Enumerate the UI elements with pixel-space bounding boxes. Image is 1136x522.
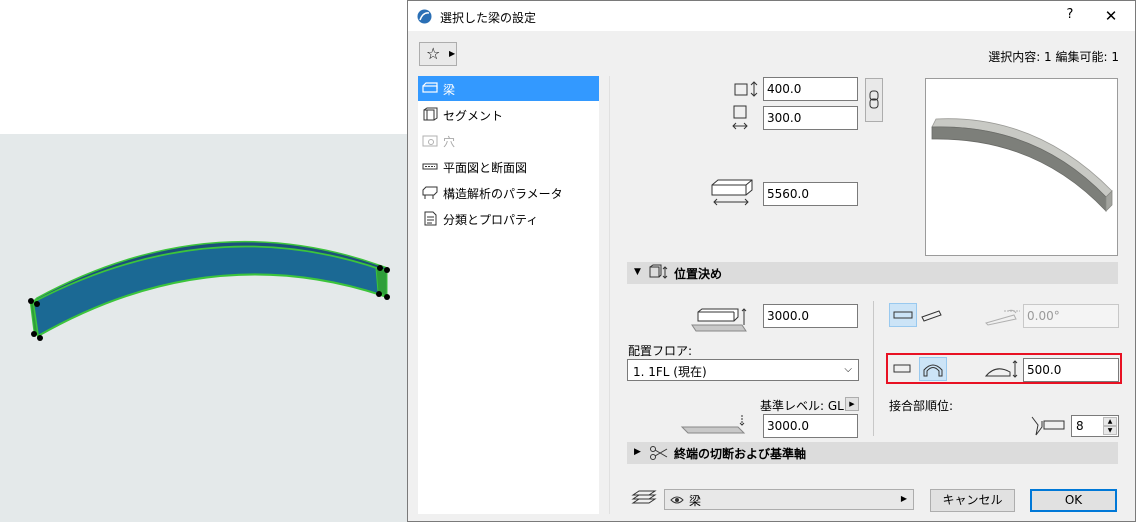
panel-divider bbox=[609, 76, 610, 514]
intersection-priority-label: 接合部順位: bbox=[889, 399, 954, 413]
reference-level-field[interactable] bbox=[763, 414, 858, 438]
section-title: 終端の切断および基準軸 bbox=[674, 447, 807, 461]
tilt-angle-icon bbox=[985, 309, 1020, 326]
nav-item-classification[interactable]: 分類とプロパティ bbox=[418, 206, 599, 231]
selection-info: 選択内容: 1 編集可能: 1 bbox=[988, 50, 1119, 64]
scissors-icon bbox=[650, 446, 668, 460]
nav-item-hole: 穴 bbox=[418, 128, 599, 153]
intersection-priority-stepper[interactable]: 8 ▲ ▼ bbox=[1071, 415, 1119, 437]
beam-width-field[interactable] bbox=[763, 77, 858, 101]
beam-height-field[interactable] bbox=[763, 106, 858, 130]
home-floor-select[interactable]: 1. 1FL (現在) ⌵ bbox=[627, 359, 859, 381]
positioning-section-header[interactable]: ▼ 位置決め bbox=[627, 262, 1118, 284]
close-button[interactable]: ✕ bbox=[1102, 7, 1120, 25]
curve-rise-icon bbox=[984, 360, 1018, 378]
favorites-button[interactable]: ☆ ▶ bbox=[419, 42, 457, 66]
nav-item-beam[interactable]: 梁 bbox=[418, 76, 599, 101]
nav-item-segment[interactable]: セグメント bbox=[418, 102, 599, 127]
reference-level-icon bbox=[680, 415, 746, 434]
nav-item-label: 梁 bbox=[443, 83, 456, 97]
beam-length-field[interactable] bbox=[763, 182, 858, 206]
nav-item-label: 構造解析のパラメータ bbox=[443, 187, 563, 201]
dialog-title: 選択した梁の設定 bbox=[440, 11, 537, 25]
segment-icon bbox=[423, 107, 438, 121]
chain-link-icon bbox=[869, 90, 879, 109]
curved-beam-icon bbox=[923, 364, 943, 377]
home-floor-value: 1. 1FL (現在) bbox=[633, 365, 707, 379]
beam-width-icon bbox=[734, 81, 758, 97]
positioning-icon bbox=[649, 264, 668, 279]
nav-item-structural-analysis[interactable]: 構造解析のパラメータ bbox=[418, 180, 599, 205]
curved-beam-button[interactable] bbox=[919, 357, 947, 381]
3d-viewport[interactable] bbox=[0, 0, 408, 522]
curve-rise-field[interactable] bbox=[1023, 358, 1119, 382]
reference-offset-icon bbox=[691, 308, 747, 332]
end-cuts-section-header[interactable]: ▶ 終端の切断および基準軸 bbox=[627, 442, 1118, 464]
nav-item-label: 穴 bbox=[443, 135, 456, 149]
beam-length-icon bbox=[711, 179, 753, 206]
archicad-logo-icon bbox=[417, 9, 432, 24]
reference-level-label: 基準レベル: GL bbox=[760, 399, 844, 413]
curved-beam-model[interactable] bbox=[0, 0, 408, 522]
beam-preview bbox=[925, 78, 1118, 256]
cancel-button[interactable]: キャンセル bbox=[930, 489, 1015, 512]
intersection-priority-icon bbox=[1031, 416, 1065, 436]
hole-icon bbox=[422, 135, 438, 147]
slanted-beam-icon bbox=[921, 310, 942, 322]
structural-analysis-icon bbox=[422, 186, 438, 199]
layer-value: 梁 bbox=[689, 494, 702, 508]
beam-preview-render bbox=[931, 118, 1113, 213]
stepper-up-icon[interactable]: ▲ bbox=[1103, 417, 1117, 426]
chevron-down-icon: ⌵ bbox=[844, 364, 852, 375]
straight-beam-icon bbox=[893, 364, 911, 373]
triangle-right-icon: ▶ bbox=[449, 49, 456, 58]
title-bar[interactable]: 選択した梁の設定 ? ✕ bbox=[408, 1, 1135, 31]
reference-level-menu-button[interactable]: ▶ bbox=[845, 397, 859, 411]
nav-item-floorplan-section[interactable]: 平面図と断面図 bbox=[418, 154, 599, 179]
reference-offset-field[interactable] bbox=[763, 304, 858, 328]
beam-icon bbox=[422, 82, 438, 93]
slanted-beam-button[interactable] bbox=[919, 303, 947, 327]
nav-item-label: 平面図と断面図 bbox=[443, 161, 528, 175]
triangle-right-icon: ▶ bbox=[849, 400, 855, 408]
layer-stack-icon bbox=[631, 490, 657, 504]
priority-value: 8 bbox=[1076, 419, 1084, 433]
horizontal-beam-button[interactable] bbox=[889, 303, 917, 327]
triangle-right-icon: ▶ bbox=[900, 494, 907, 503]
column-divider bbox=[873, 301, 874, 436]
nav-item-label: 分類とプロパティ bbox=[443, 213, 539, 227]
settings-nav: 梁 セグメント 穴 平面図と断面図 構造解析のパラメータ 分類とプロパティ bbox=[418, 76, 599, 514]
classification-icon bbox=[424, 211, 437, 226]
horizontal-beam-icon bbox=[893, 311, 913, 319]
layer-select[interactable]: 梁 ▶ bbox=[664, 489, 914, 510]
eye-icon bbox=[670, 496, 684, 504]
triangle-right-icon: ▶ bbox=[634, 447, 641, 457]
home-floor-label: 配置フロア: bbox=[628, 344, 693, 358]
beam-settings-dialog: 選択した梁の設定 ? ✕ ☆ ▶ 選択内容: 1 編集可能: 1 梁 セグメント bbox=[407, 0, 1136, 522]
ok-button[interactable]: OK bbox=[1030, 489, 1117, 512]
straight-beam-button[interactable] bbox=[889, 357, 917, 381]
beam-height-icon bbox=[732, 105, 748, 130]
triangle-down-icon: ▼ bbox=[634, 267, 641, 277]
stepper-down-icon[interactable]: ▼ bbox=[1103, 426, 1117, 435]
tilt-angle-field bbox=[1023, 304, 1119, 328]
help-button[interactable]: ? bbox=[1062, 7, 1078, 25]
section-title: 位置決め bbox=[674, 267, 723, 281]
star-icon: ☆ bbox=[426, 44, 441, 63]
nav-item-label: セグメント bbox=[443, 109, 504, 123]
floorplan-section-icon bbox=[422, 163, 438, 170]
link-dimensions-button[interactable] bbox=[865, 78, 883, 122]
